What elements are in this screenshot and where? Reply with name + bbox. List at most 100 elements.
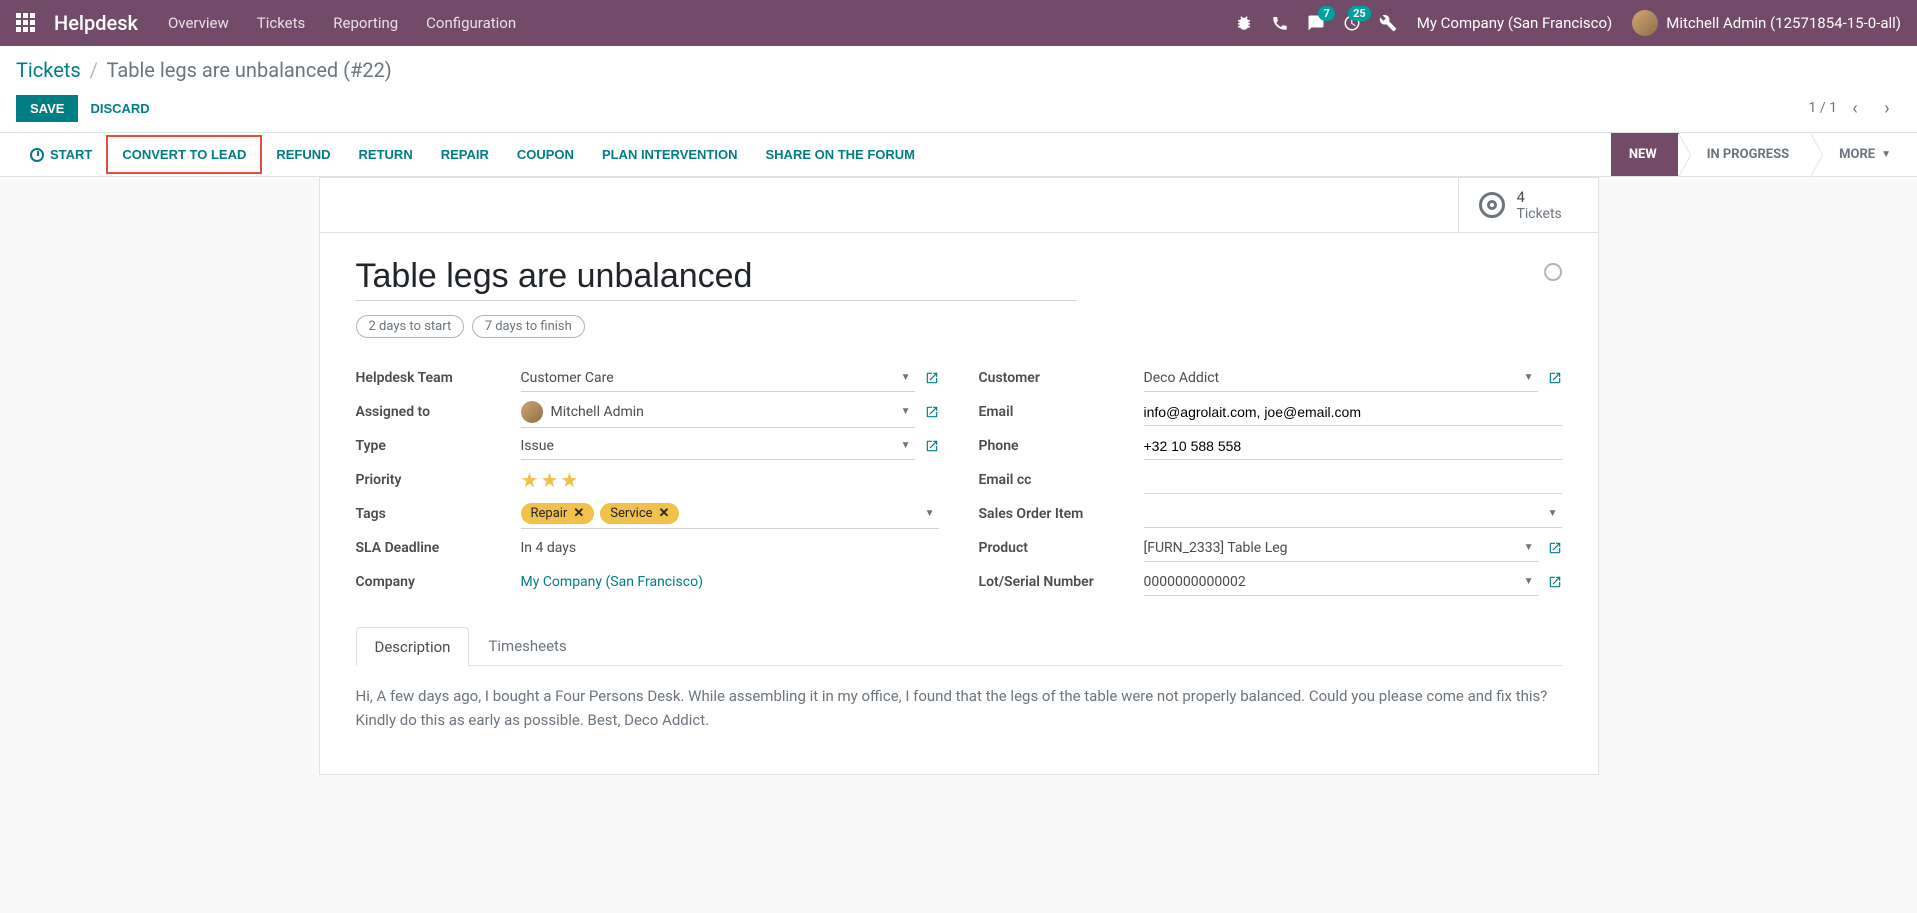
kanban-state-icon[interactable] <box>1544 263 1562 281</box>
nav-tickets[interactable]: Tickets <box>257 14 306 32</box>
tag-chip: Service✕ <box>600 503 679 524</box>
pager-next-icon[interactable]: › <box>1873 94 1901 122</box>
label-assigned: Assigned to <box>356 404 521 420</box>
start-button[interactable]: START <box>16 133 106 176</box>
label-priority: Priority <box>356 472 521 488</box>
breadcrumb-parent[interactable]: Tickets <box>16 58 81 82</box>
label-team: Helpdesk Team <box>356 370 521 386</box>
label-company: Company <box>356 574 521 590</box>
label-product: Product <box>979 540 1144 556</box>
user-menu[interactable]: Mitchell Admin (12571854-15-0-all) <box>1666 14 1901 32</box>
product-field[interactable]: [FURN_2333] Table Leg ▼ <box>1144 534 1538 562</box>
emailcc-field[interactable] <box>1144 466 1562 494</box>
clock-icon <box>30 148 44 162</box>
type-field[interactable]: Issue ▼ <box>521 432 915 460</box>
discard-button[interactable]: DISCARD <box>90 101 149 116</box>
dropdown-icon[interactable]: ▼ <box>1520 542 1538 553</box>
salesitem-field[interactable]: ▼ <box>1144 500 1562 528</box>
nav-reporting[interactable]: Reporting <box>333 14 398 32</box>
activities-badge: 25 <box>1348 6 1371 21</box>
repair-button[interactable]: REPAIR <box>427 133 503 176</box>
external-link-icon[interactable] <box>1548 371 1562 385</box>
top-navbar: Helpdesk Overview Tickets Reporting Conf… <box>0 0 1917 46</box>
share-forum-button[interactable]: SHARE ON THE FORUM <box>752 133 930 176</box>
dropdown-icon[interactable]: ▼ <box>897 440 915 451</box>
coupon-button[interactable]: COUPON <box>503 133 588 176</box>
tab-description[interactable]: Description <box>356 627 470 666</box>
assigned-field[interactable]: Mitchell Admin ▼ <box>521 397 915 428</box>
refund-button[interactable]: REFUND <box>262 133 344 176</box>
pager: 1 / 1 ‹ › <box>1809 94 1901 122</box>
user-avatar[interactable] <box>1632 10 1658 36</box>
messaging-icon[interactable]: 7 <box>1307 14 1325 32</box>
dropdown-icon[interactable]: ▼ <box>897 372 915 383</box>
description-text[interactable]: Hi, A few days ago, I bought a Four Pers… <box>356 666 1562 750</box>
tab-timesheets[interactable]: Timesheets <box>469 626 585 665</box>
save-button[interactable]: SAVE <box>16 95 78 122</box>
plan-intervention-button[interactable]: PLAN INTERVENTION <box>588 133 752 176</box>
tag-remove-icon[interactable]: ✕ <box>573 506 584 521</box>
pager-text: 1 / 1 <box>1809 100 1837 116</box>
debug-icon[interactable] <box>1235 14 1253 32</box>
apps-icon[interactable] <box>16 13 36 33</box>
priority-field[interactable]: ★ ★ ★ <box>521 464 939 496</box>
label-phone: Phone <box>979 438 1144 454</box>
customer-field[interactable]: Deco Addict ▼ <box>1144 364 1538 392</box>
tag-remove-icon[interactable]: ✕ <box>659 506 670 521</box>
sla-start-badge: 2 days to start <box>356 315 465 338</box>
external-link-icon[interactable] <box>925 439 939 453</box>
company-selector[interactable]: My Company (San Francisco) <box>1417 14 1612 32</box>
caret-down-icon: ▼ <box>1881 149 1891 160</box>
label-type: Type <box>356 438 521 454</box>
pager-prev-icon[interactable]: ‹ <box>1841 94 1869 122</box>
dropdown-icon[interactable]: ▼ <box>1544 508 1562 519</box>
dropdown-icon[interactable]: ▼ <box>921 508 939 519</box>
external-link-icon[interactable] <box>925 405 939 419</box>
tickets-stat-button[interactable]: 4 Tickets <box>1458 178 1598 232</box>
form-tabs: Description Timesheets <box>356 626 1562 666</box>
breadcrumb: Tickets / Table legs are unbalanced (#22… <box>16 58 1901 82</box>
convert-to-lead-button[interactable]: CONVERT TO LEAD <box>106 135 262 174</box>
stage-more[interactable]: MORE ▼ <box>1811 133 1901 176</box>
email-field[interactable] <box>1144 398 1562 426</box>
lot-field[interactable]: 0000000000002 ▼ <box>1144 568 1538 596</box>
app-brand[interactable]: Helpdesk <box>54 11 138 35</box>
phone-icon[interactable] <box>1271 14 1289 32</box>
phone-field[interactable] <box>1144 432 1562 460</box>
assignee-avatar <box>521 401 543 423</box>
external-link-icon[interactable] <box>925 371 939 385</box>
deadline-field: In 4 days <box>521 534 939 562</box>
stage-new[interactable]: NEW <box>1611 133 1679 176</box>
label-customer: Customer <box>979 370 1144 386</box>
breadcrumb-current: Table legs are unbalanced (#22) <box>107 58 392 82</box>
tag-chip: Repair✕ <box>521 503 595 524</box>
company-field: My Company (San Francisco) <box>521 568 939 596</box>
label-lot: Lot/Serial Number <box>979 574 1144 590</box>
label-deadline: SLA Deadline <box>356 540 521 556</box>
star-icon[interactable]: ★ <box>540 468 558 492</box>
tickets-label: Tickets <box>1517 206 1562 222</box>
control-panel: Tickets / Table legs are unbalanced (#22… <box>0 46 1917 133</box>
return-button[interactable]: RETURN <box>345 133 427 176</box>
tools-icon[interactable] <box>1379 14 1397 32</box>
nav-configuration[interactable]: Configuration <box>426 14 516 32</box>
tags-field[interactable]: Repair✕ Service✕ ▼ <box>521 499 939 529</box>
label-tags: Tags <box>356 506 521 522</box>
external-link-icon[interactable] <box>1548 541 1562 555</box>
nav-overview[interactable]: Overview <box>168 14 229 32</box>
dropdown-icon[interactable]: ▼ <box>1520 372 1538 383</box>
label-salesitem: Sales Order Item <box>979 506 1144 522</box>
ticket-title-input[interactable] <box>356 257 1076 301</box>
sla-finish-badge: 7 days to finish <box>472 315 585 338</box>
dropdown-icon[interactable]: ▼ <box>897 406 915 417</box>
star-icon[interactable]: ★ <box>560 468 578 492</box>
label-email: Email <box>979 404 1144 420</box>
dropdown-icon[interactable]: ▼ <box>1520 576 1538 587</box>
star-icon[interactable]: ★ <box>521 468 539 492</box>
label-emailcc: Email cc <box>979 472 1144 488</box>
external-link-icon[interactable] <box>1548 575 1562 589</box>
activities-icon[interactable]: 25 <box>1343 14 1361 32</box>
team-field[interactable]: Customer Care ▼ <box>521 364 915 392</box>
stage-in-progress[interactable]: IN PROGRESS <box>1679 133 1811 176</box>
messaging-badge: 7 <box>1318 6 1334 21</box>
